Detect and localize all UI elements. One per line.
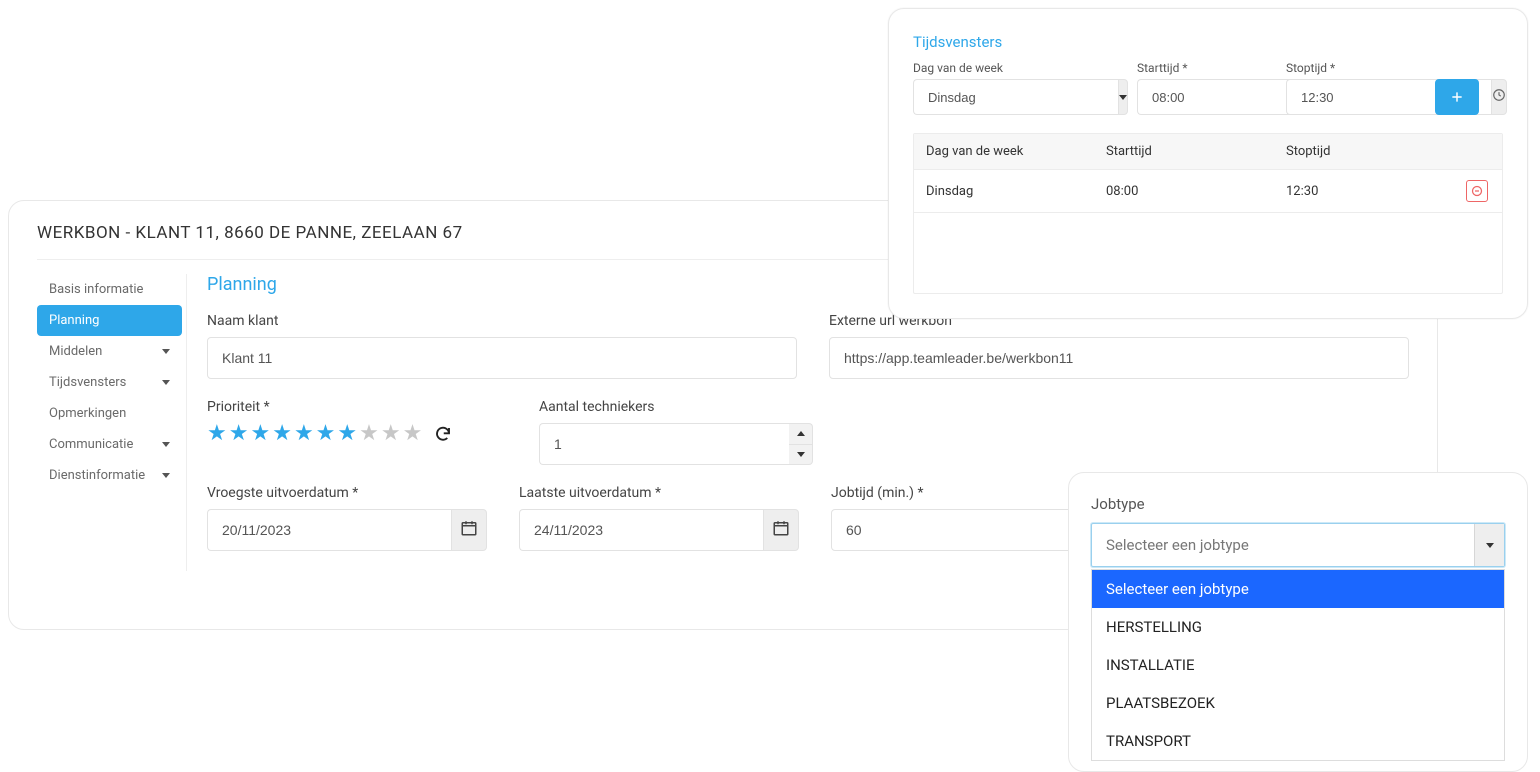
star-icon[interactable]: ★: [381, 423, 401, 445]
chevron-down-icon: [162, 349, 170, 354]
calendar-icon: [460, 519, 478, 541]
calendar-button[interactable]: [451, 509, 487, 551]
vroegste-uitvoerdatum-label: Vroegste uitvoerdatum *: [207, 485, 487, 501]
dag-van-de-week-label: Dag van de week: [913, 61, 1123, 75]
triangle-down-icon: [797, 452, 805, 457]
col-stoptijd: Stoptijd: [1274, 134, 1452, 169]
calendar-icon: [772, 519, 790, 541]
chevron-down-icon: [162, 442, 170, 447]
sidenav-item-communicatie[interactable]: Communicatie: [37, 429, 182, 460]
tijdsvensters-table: Dag van de week Starttijd Stoptijd Dinsd…: [913, 133, 1503, 294]
stoptijd-label: Stoptijd *: [1286, 61, 1421, 75]
triangle-up-icon: [797, 431, 805, 436]
aantal-techniekers-label: Aantal techniekers: [539, 399, 813, 415]
sidenav-label: Communicatie: [49, 437, 133, 452]
prioriteit-stars[interactable]: ★ ★ ★ ★ ★ ★ ★ ★ ★ ★: [207, 423, 507, 445]
jobtype-option[interactable]: PLAATSBEZOEK: [1092, 684, 1504, 722]
tijdsvensters-panel: Tijdsvensters Dag van de week Starttijd …: [888, 8, 1528, 319]
star-icon[interactable]: ★: [229, 423, 249, 445]
naam-klant-label: Naam klant: [207, 313, 797, 329]
vroegste-uitvoerdatum-input[interactable]: [207, 509, 451, 551]
table-row: Dinsdag 08:00 12:30: [914, 170, 1502, 213]
sidenav-label: Middelen: [49, 344, 102, 359]
stepper-up-button[interactable]: [789, 423, 813, 444]
sidenav-label: Dienstinformatie: [49, 468, 145, 483]
calendar-button[interactable]: [763, 509, 799, 551]
stepper-down-button[interactable]: [789, 444, 813, 466]
add-tijdsvenster-button[interactable]: [1435, 79, 1479, 115]
laatste-uitvoerdatum-input[interactable]: [519, 509, 763, 551]
triangle-down-icon: [1486, 543, 1494, 548]
sidenav-item-basis-informatie[interactable]: Basis informatie: [37, 274, 182, 305]
jobtype-select[interactable]: Selecteer een jobtype: [1091, 523, 1505, 567]
triangle-down-icon: [1119, 95, 1127, 100]
clock-icon: [1492, 88, 1506, 106]
tijdsvensters-heading: Tijdsvensters: [913, 33, 1503, 51]
externe-url-input[interactable]: [829, 337, 1409, 379]
cell-stoptijd: 12:30: [1274, 174, 1452, 209]
aantal-techniekers-input[interactable]: [539, 423, 789, 465]
jobtype-option[interactable]: HERSTELLING: [1092, 608, 1504, 646]
star-icon[interactable]: ★: [403, 423, 423, 445]
dag-van-de-week-value[interactable]: [913, 79, 1118, 115]
sidenav-item-planning[interactable]: Planning: [37, 305, 182, 336]
naam-klant-input[interactable]: [207, 337, 797, 379]
sidenav-item-middelen[interactable]: Middelen: [37, 336, 182, 367]
laatste-uitvoerdatum-label: Laatste uitvoerdatum *: [519, 485, 799, 501]
aantal-techniekers-stepper[interactable]: [539, 423, 813, 465]
jobtype-option[interactable]: Selecteer een jobtype: [1092, 570, 1504, 608]
col-actions: [1452, 134, 1502, 169]
starttijd-label: Starttijd *: [1137, 61, 1272, 75]
dag-van-de-week-select[interactable]: [913, 79, 1123, 115]
col-starttijd: Starttijd: [1094, 134, 1274, 169]
sidenav-item-tijdsvensters[interactable]: Tijdsvensters: [37, 367, 182, 398]
chevron-down-icon: [162, 473, 170, 478]
star-icon[interactable]: ★: [250, 423, 270, 445]
jobtype-option[interactable]: INSTALLATIE: [1092, 646, 1504, 684]
star-icon[interactable]: ★: [294, 423, 314, 445]
starttijd-field[interactable]: [1137, 79, 1272, 115]
jobtype-selected-value: Selecteer een jobtype: [1092, 524, 1474, 566]
jobtype-label: Jobtype: [1091, 495, 1505, 513]
stoptijd-field[interactable]: [1286, 79, 1421, 115]
plus-icon: [1450, 90, 1464, 104]
col-dag: Dag van de week: [914, 134, 1094, 169]
sidenav-item-opmerkingen[interactable]: Opmerkingen: [37, 398, 182, 429]
remove-icon: [1471, 185, 1483, 197]
sidenav-label: Basis informatie: [49, 282, 143, 297]
cell-starttijd: 08:00: [1094, 174, 1274, 209]
table-header: Dag van de week Starttijd Stoptijd: [914, 134, 1502, 170]
jobtype-panel: Jobtype Selecteer een jobtype Selecteer …: [1068, 472, 1528, 772]
jobtype-option[interactable]: TRANSPORT: [1092, 722, 1504, 760]
dropdown-button[interactable]: [1118, 79, 1128, 115]
chevron-down-icon: [162, 380, 170, 385]
cell-dag: Dinsdag: [914, 174, 1094, 209]
sidenav: Basis informatie Planning Middelen Tijds…: [37, 274, 187, 571]
sidenav-item-dienstinformatie[interactable]: Dienstinformatie: [37, 460, 182, 491]
delete-row-button[interactable]: [1466, 180, 1488, 202]
dropdown-button[interactable]: [1474, 524, 1504, 566]
star-icon[interactable]: ★: [272, 423, 292, 445]
sidenav-label: Opmerkingen: [49, 406, 126, 421]
star-icon[interactable]: ★: [207, 423, 227, 445]
star-icon[interactable]: ★: [316, 423, 336, 445]
time-picker-button[interactable]: [1491, 79, 1507, 115]
sidenav-label: Tijdsvensters: [49, 375, 126, 390]
table-empty-space: [914, 213, 1502, 293]
prioriteit-label: Prioriteit *: [207, 399, 507, 415]
sidenav-label: Planning: [49, 313, 99, 328]
star-icon[interactable]: ★: [337, 423, 357, 445]
star-icon[interactable]: ★: [359, 423, 379, 445]
reset-icon[interactable]: [434, 425, 452, 443]
jobtype-dropdown-list: Selecteer een jobtype HERSTELLING INSTAL…: [1091, 569, 1505, 761]
